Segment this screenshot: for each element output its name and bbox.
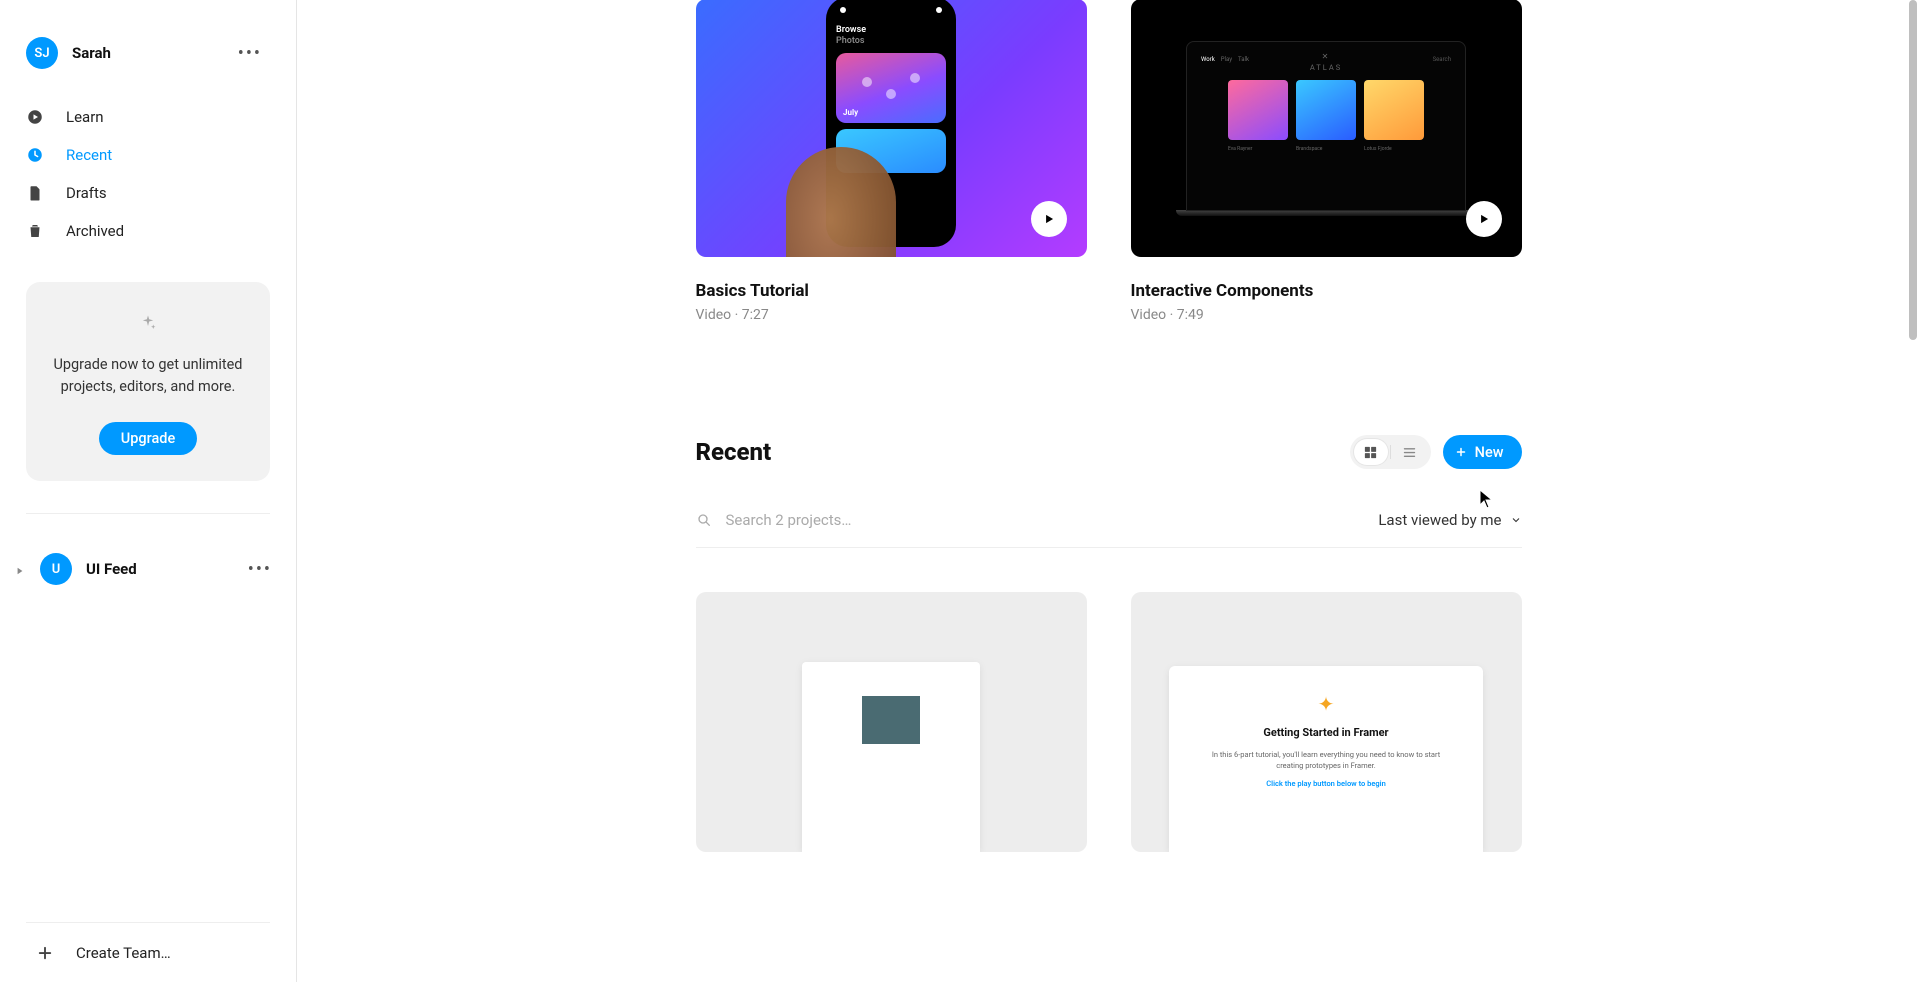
plus-icon	[36, 944, 54, 962]
video-card[interactable]: BrowsePhotos July Basics Tutorial Video …	[696, 0, 1087, 323]
nav-learn[interactable]: Learn	[16, 98, 280, 136]
video-card[interactable]: ✕ATLAS WorkPlayTalk Search Eva RaynerBra…	[1131, 0, 1522, 323]
video-meta: Video · 7:27	[696, 307, 1087, 323]
project-thumb: ✦ Getting Started in Framer In this 6-pa…	[1169, 666, 1483, 852]
sparkle-icon: ✦	[1199, 692, 1453, 716]
file-icon	[26, 184, 44, 202]
upgrade-button[interactable]: Upgrade	[99, 422, 197, 455]
nav: Learn Recent Drafts Archived	[16, 98, 280, 250]
hand-graphic	[786, 147, 896, 257]
project-thumb	[802, 662, 980, 852]
project-row: ✦ Getting Started in Framer In this 6-pa…	[696, 592, 1522, 852]
create-team-label: Create Team…	[76, 944, 171, 962]
project-inner-link: Click the play button below to begin	[1199, 779, 1453, 788]
project-card[interactable]	[696, 592, 1087, 852]
caret-right-icon[interactable]	[16, 560, 26, 579]
nav-label: Learn	[66, 108, 104, 126]
team-row[interactable]: U UI Feed •••	[16, 546, 280, 592]
team-avatar: U	[40, 553, 72, 585]
nav-label: Drafts	[66, 184, 107, 202]
project-inner-title: Getting Started in Framer	[1199, 726, 1453, 739]
grid-icon	[1363, 445, 1378, 460]
section-header: Recent New	[696, 435, 1522, 469]
search-icon	[696, 512, 712, 528]
nav-drafts[interactable]: Drafts	[16, 174, 280, 212]
clock-icon	[26, 146, 44, 164]
play-circle-icon	[26, 108, 44, 126]
upgrade-box: Upgrade now to get unlimited projects, e…	[26, 282, 270, 481]
sidebar: SJ Sarah ••• Learn Recent Draft	[0, 0, 297, 982]
new-label: New	[1475, 444, 1504, 461]
scrollbar[interactable]	[1909, 0, 1917, 340]
nav-archived[interactable]: Archived	[16, 212, 280, 250]
user-avatar: SJ	[26, 37, 58, 69]
team-name: UI Feed	[86, 560, 232, 578]
video-cards-row: BrowsePhotos July Basics Tutorial Video …	[696, 0, 1522, 323]
nav-label: Recent	[66, 146, 112, 164]
mouse-cursor-icon	[1479, 489, 1493, 509]
view-toggle	[1350, 435, 1431, 469]
laptop-mock: ✕ATLAS WorkPlayTalk Search Eva RaynerBra…	[1186, 41, 1466, 211]
grid-view-button[interactable]	[1354, 439, 1388, 465]
divider	[26, 513, 270, 514]
project-card[interactable]: ✦ Getting Started in Framer In this 6-pa…	[1131, 592, 1522, 852]
sort-label: Last viewed by me	[1378, 511, 1501, 529]
user-menu-button[interactable]: •••	[230, 39, 270, 68]
main: BrowsePhotos July Basics Tutorial Video …	[297, 0, 1920, 982]
play-badge-icon	[1031, 201, 1067, 237]
project-inner-desc: In this 6-part tutorial, you'll learn ev…	[1199, 749, 1453, 771]
video-title: Interactive Components	[1131, 281, 1522, 301]
plus-icon	[1455, 446, 1467, 458]
search-row: Last viewed by me	[696, 511, 1522, 548]
list-icon	[1402, 445, 1417, 460]
play-badge-icon	[1466, 201, 1502, 237]
sort-dropdown[interactable]: Last viewed by me	[1378, 511, 1521, 529]
trash-icon	[26, 222, 44, 240]
nav-recent[interactable]: Recent	[16, 136, 280, 174]
list-view-button[interactable]	[1393, 439, 1427, 465]
video-thumbnail[interactable]: BrowsePhotos July	[696, 0, 1087, 257]
video-thumbnail[interactable]: ✕ATLAS WorkPlayTalk Search Eva RaynerBra…	[1131, 0, 1522, 257]
upgrade-text: Upgrade now to get unlimited projects, e…	[46, 354, 250, 398]
create-team-button[interactable]: Create Team…	[26, 922, 270, 982]
nav-label: Archived	[66, 222, 124, 240]
video-meta: Video · 7:49	[1131, 307, 1522, 323]
user-row[interactable]: SJ Sarah •••	[16, 30, 280, 76]
sparkle-icon	[139, 314, 157, 332]
search-input[interactable]	[726, 511, 1126, 529]
section-title: Recent	[696, 438, 772, 466]
new-button[interactable]: New	[1443, 435, 1522, 469]
chevron-down-icon	[1510, 514, 1522, 526]
user-name: Sarah	[72, 44, 216, 62]
video-title: Basics Tutorial	[696, 281, 1087, 301]
team-menu-button[interactable]: •••	[240, 555, 280, 584]
